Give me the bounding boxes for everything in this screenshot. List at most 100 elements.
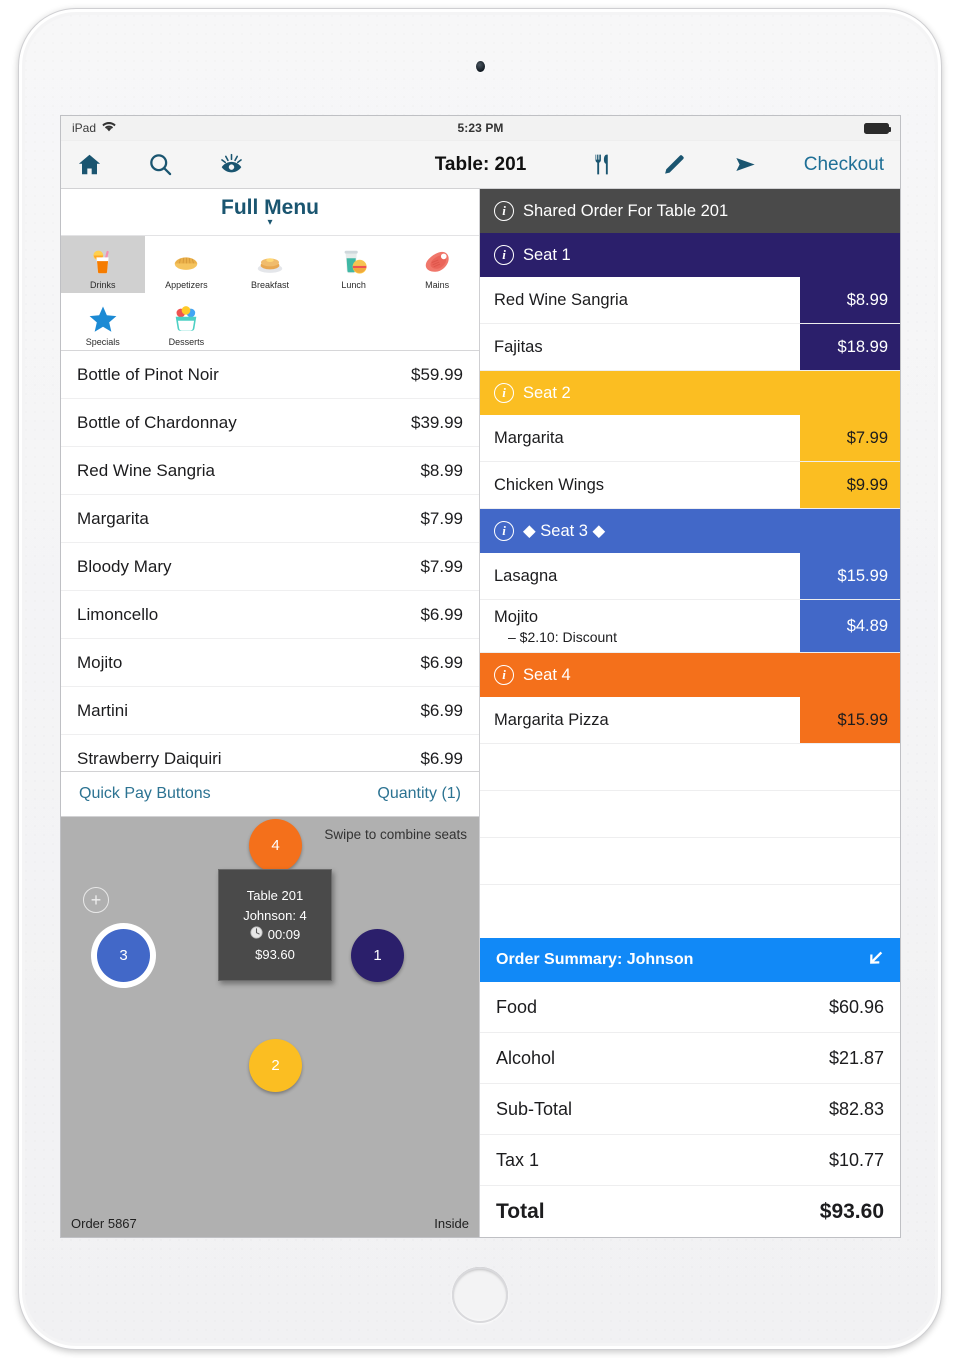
- menu-item-price: $7.99: [420, 508, 463, 528]
- menu-item-row[interactable]: Strawberry Daiquiri $6.99: [61, 735, 479, 771]
- table-card[interactable]: Table 201 Johnson: 4 00:09 $93.60: [218, 869, 332, 981]
- order-row-empty: [480, 744, 900, 791]
- seat-label: ◆ Seat 3 ◆: [523, 522, 606, 540]
- search-icon[interactable]: [148, 152, 173, 177]
- summary-label: Tax 1: [496, 1149, 540, 1170]
- menu-item-name: Bottle of Pinot Noir: [77, 364, 219, 384]
- seat-dot-3[interactable]: 3: [97, 929, 150, 982]
- order-item-row[interactable]: Chicken Wings $9.99: [480, 462, 900, 509]
- pancake-icon: [255, 245, 285, 279]
- map-area-label: Inside: [434, 1216, 469, 1231]
- seat-header-3[interactable]: i ◆ Seat 3 ◆: [480, 509, 900, 553]
- quantity-button[interactable]: Quantity (1): [377, 785, 461, 803]
- summary-row-subtotal: Sub-Total $82.83: [480, 1084, 900, 1135]
- menu-item-name: Bloody Mary: [77, 556, 172, 576]
- menu-item-row[interactable]: Bloody Mary $7.99: [61, 543, 479, 591]
- category-desserts[interactable]: Desserts: [145, 293, 229, 350]
- summary-label: Food: [496, 996, 538, 1017]
- order-item-row[interactable]: Red Wine Sangria $8.99: [480, 277, 900, 324]
- menu-item-row[interactable]: Mojito $6.99: [61, 639, 479, 687]
- info-circle-icon[interactable]: i: [494, 521, 514, 541]
- seat-dot-4[interactable]: 4: [249, 819, 302, 872]
- seat-header-2[interactable]: i Seat 2: [480, 371, 900, 415]
- order-item-row[interactable]: Margarita $7.99: [480, 415, 900, 462]
- app-nav-bar: Table: 201 Checkout: [61, 141, 900, 189]
- plus-circle-icon[interactable]: +: [83, 887, 109, 913]
- drink-cup-icon: [88, 245, 118, 279]
- order-item-name: Mojito: [494, 607, 539, 626]
- menu-item-row[interactable]: Margarita $7.99: [61, 495, 479, 543]
- menu-title: Full Menu: [221, 196, 319, 219]
- order-item-modifier: – $2.10: Discount: [508, 628, 617, 645]
- menu-item-name: Bottle of Chardonnay: [77, 412, 237, 432]
- category-breakfast[interactable]: Breakfast: [228, 236, 312, 293]
- pencil-icon[interactable]: [662, 152, 687, 177]
- seat-number: 2: [271, 1057, 280, 1074]
- category-mains[interactable]: Mains: [395, 236, 479, 293]
- order-item-name: Fajitas: [494, 337, 543, 356]
- summary-row-total: Total $93.60: [480, 1186, 900, 1237]
- summary-value: $60.96: [828, 996, 884, 1017]
- menu-item-row[interactable]: Limoncello $6.99: [61, 591, 479, 639]
- menu-item-price: $6.99: [420, 652, 463, 672]
- menu-item-list: Bottle of Pinot Noir $59.99 Bottle of Ch…: [61, 351, 479, 771]
- menu-header[interactable]: Full Menu ▾: [61, 189, 479, 236]
- order-item-row[interactable]: Margarita Pizza $15.99: [480, 697, 900, 744]
- summary-row-food: Food $60.96: [480, 982, 900, 1033]
- order-item-row[interactable]: Mojito – $2.10: Discount $4.89: [480, 600, 900, 653]
- category-drinks[interactable]: Drinks: [61, 236, 145, 293]
- category-lunch[interactable]: Lunch: [312, 236, 396, 293]
- category-label: Specials: [85, 337, 120, 347]
- menu-item-price: $6.99: [420, 604, 463, 624]
- seat-dot-1[interactable]: 1: [351, 929, 404, 982]
- category-specials[interactable]: Specials: [61, 293, 145, 350]
- summary-label: Alcohol: [496, 1047, 556, 1068]
- seat-number: 1: [373, 947, 382, 964]
- table-card-timer: 00:09: [267, 927, 301, 942]
- order-item-price: $7.99: [800, 415, 900, 461]
- front-camera: [476, 61, 485, 72]
- eye-icon[interactable]: [219, 152, 244, 177]
- summary-value: $10.77: [828, 1149, 884, 1170]
- checkout-button[interactable]: Checkout: [804, 154, 884, 176]
- shared-order-title: Shared Order For Table 201: [523, 201, 729, 220]
- order-item-name: Chicken Wings: [494, 475, 605, 494]
- category-label: Drinks: [90, 280, 116, 290]
- order-item-name-group: Mojito – $2.10: Discount: [480, 600, 800, 652]
- menu-item-price: $7.99: [420, 556, 463, 576]
- order-item-row[interactable]: Fajitas $18.99: [480, 324, 900, 371]
- order-summary-header[interactable]: Order Summary: Johnson: [480, 938, 900, 982]
- menu-pane: Full Menu ▾ Drinks Appetizers Breakfast …: [61, 189, 479, 1237]
- seat-label: Seat 1: [523, 245, 571, 264]
- order-summary-title: Order Summary: Johnson: [496, 951, 694, 968]
- order-row-empty: [480, 838, 900, 885]
- home-icon[interactable]: [77, 152, 102, 177]
- seat-header-1[interactable]: i Seat 1: [480, 233, 900, 277]
- info-circle-icon[interactable]: i: [494, 383, 514, 403]
- table-card-name: Table 201: [246, 888, 304, 903]
- menu-item-price: $39.99: [411, 412, 463, 432]
- order-item-row[interactable]: Lasagna $15.99: [480, 553, 900, 600]
- info-circle-icon[interactable]: i: [494, 665, 514, 685]
- quick-pay-buttons[interactable]: Quick Pay Buttons: [79, 785, 211, 803]
- menu-item-row[interactable]: Martini $6.99: [61, 687, 479, 735]
- info-circle-icon[interactable]: i: [494, 245, 514, 265]
- order-item-price: $15.99: [800, 553, 900, 599]
- seat-dot-2[interactable]: 2: [249, 1039, 302, 1092]
- menu-item-row[interactable]: Bottle of Chardonnay $39.99: [61, 399, 479, 447]
- category-label: Breakfast: [250, 280, 289, 290]
- home-button[interactable]: [452, 1267, 508, 1323]
- menu-item-row[interactable]: Red Wine Sangria $8.99: [61, 447, 479, 495]
- table-card-amount: $93.60: [255, 946, 295, 962]
- seat-header-4[interactable]: i Seat 4: [480, 653, 900, 697]
- cutlery-icon[interactable]: [591, 152, 616, 177]
- menu-item-price: $6.99: [420, 748, 463, 768]
- arrow-down-left-icon[interactable]: [864, 948, 884, 973]
- info-circle-icon[interactable]: i: [494, 201, 514, 221]
- seat-label: Seat 4: [523, 665, 571, 684]
- order-item-price: $15.99: [800, 697, 900, 743]
- menu-item-row[interactable]: Bottle of Pinot Noir $59.99: [61, 351, 479, 399]
- category-appetizers[interactable]: Appetizers: [145, 236, 229, 293]
- menu-item-name: Margarita: [77, 508, 149, 528]
- send-icon[interactable]: [733, 152, 758, 177]
